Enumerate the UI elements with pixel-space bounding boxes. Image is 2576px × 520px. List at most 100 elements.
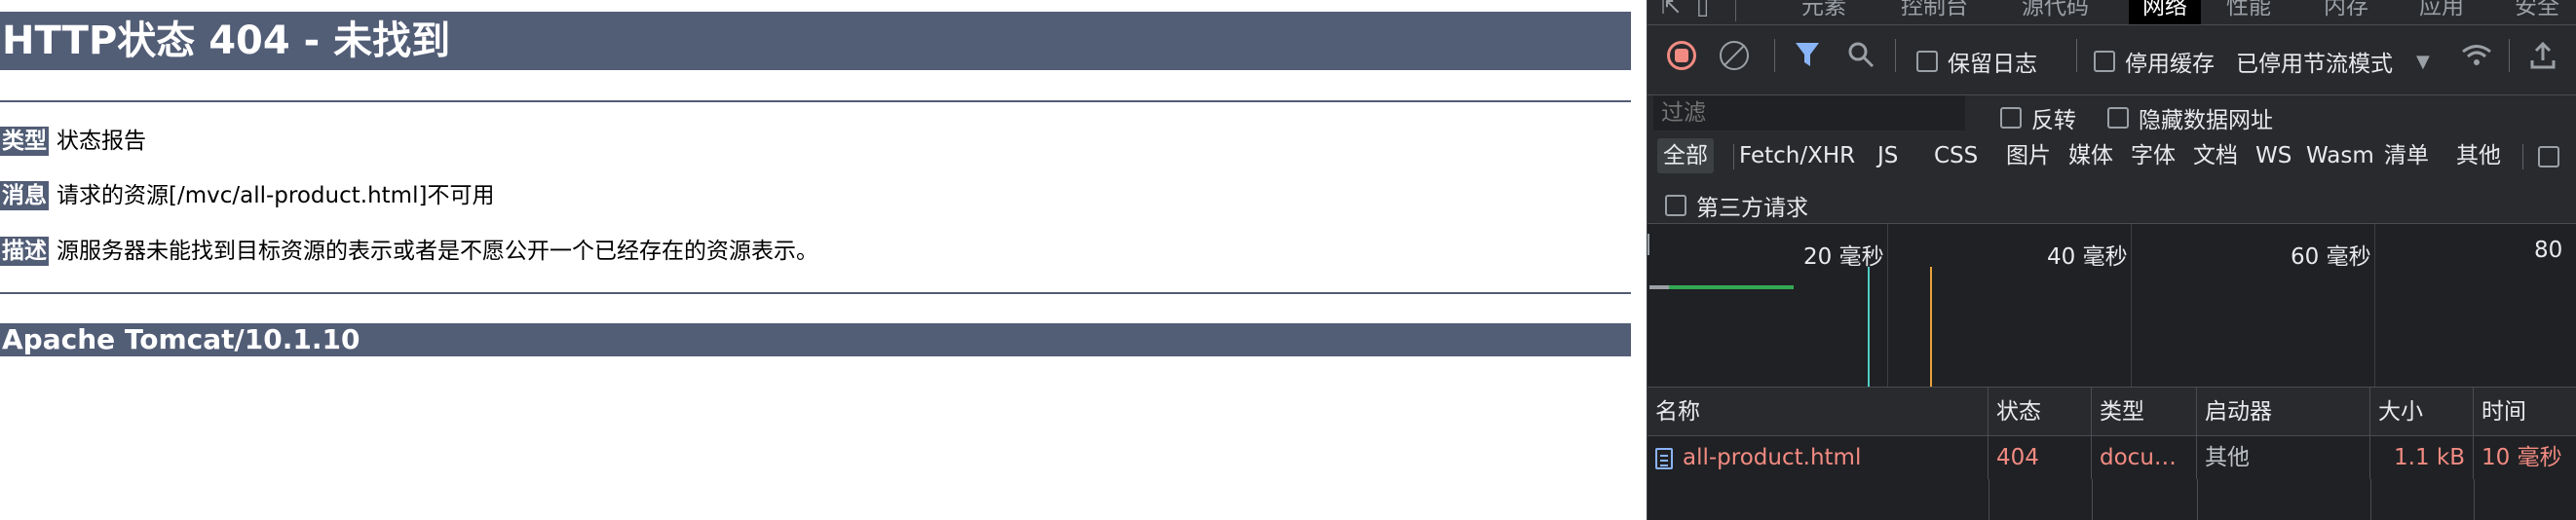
tab-security[interactable]: 安全 bbox=[2515, 0, 2559, 24]
type-filter-doc[interactable]: 文档 bbox=[2193, 138, 2238, 173]
divider bbox=[2509, 39, 2510, 72]
column-divider bbox=[2197, 479, 2198, 520]
tab-performance[interactable]: 性能 bbox=[2226, 0, 2271, 24]
document-icon bbox=[1655, 447, 1673, 469]
throttling-value: 已停用节流模式 bbox=[2236, 52, 2393, 77]
dom-content-loaded-marker bbox=[1868, 267, 1870, 387]
third-party-checkbox[interactable]: 第三方请求 bbox=[1665, 189, 1808, 222]
grid-line bbox=[2131, 224, 2132, 387]
type-filter-manifest[interactable]: 清单 bbox=[2384, 138, 2429, 173]
devtools-tab-bar: ⇱ ▯ 元素 控制台 源代码 网络 性能 内存 应用 安全 bbox=[1648, 0, 2576, 25]
type-filter-js[interactable]: JS bbox=[1877, 138, 1898, 173]
invert-label: 反转 bbox=[2031, 108, 2076, 133]
preserve-log-checkbox[interactable]: 保留日志 bbox=[1916, 45, 2037, 78]
column-header-name[interactable]: 名称 bbox=[1648, 388, 1989, 436]
inspect-element-icon[interactable]: ⇱ bbox=[1661, 0, 1681, 19]
column-divider bbox=[2092, 479, 2093, 520]
tab-application[interactable]: 应用 bbox=[2419, 0, 2464, 24]
request-type: docu… bbox=[2092, 436, 2197, 479]
network-conditions-button[interactable] bbox=[2460, 41, 2493, 70]
type-filter-ws[interactable]: WS bbox=[2255, 138, 2292, 173]
clear-button[interactable] bbox=[1720, 41, 1749, 70]
tab-elements[interactable]: 元素 bbox=[1801, 0, 1846, 24]
blocked-requests-checkbox[interactable] bbox=[2538, 146, 2559, 167]
type-filter-other[interactable]: 其他 bbox=[2456, 138, 2501, 173]
throttling-select[interactable]: 已停用节流模式 ▼ bbox=[2236, 45, 2430, 78]
checkbox-box bbox=[2000, 107, 2022, 129]
network-request-table: 名称 状态 类型 启动器 大小 时间 all-product.html 404 … bbox=[1648, 388, 2576, 520]
filter-toggle-button[interactable] bbox=[1794, 39, 1821, 70]
checkbox-box bbox=[1665, 195, 1686, 216]
record-button[interactable] bbox=[1667, 41, 1696, 70]
devtools-panel: ⇱ ▯ 元素 控制台 源代码 网络 性能 内存 应用 安全 保留日志 停用缓存 … bbox=[1647, 0, 2576, 520]
request-bar-waiting bbox=[1649, 285, 1669, 289]
divider bbox=[1733, 144, 1734, 169]
grid-line bbox=[1887, 224, 1888, 387]
column-header-initiator[interactable]: 启动器 bbox=[2197, 388, 2370, 436]
filter-icon bbox=[1796, 43, 1819, 66]
tab-sources[interactable]: 源代码 bbox=[2022, 0, 2089, 24]
network-overview[interactable]: 20 毫秒 40 毫秒 60 毫秒 80 bbox=[1648, 224, 2576, 388]
row-value: 状态报告 bbox=[57, 129, 146, 154]
info-row-description: 描述 源服务器未能找到目标资源的表示或者是不愿公开一个已经存在的资源表示。 bbox=[0, 237, 818, 266]
load-event-marker bbox=[1930, 267, 1932, 387]
upload-icon bbox=[2530, 41, 2556, 69]
request-name: all-product.html bbox=[1683, 445, 1862, 470]
tomcat-error-page: HTTP状态 404 - 未找到 类型 状态报告 消息 请求的资源[/mvc/a… bbox=[0, 0, 1647, 520]
wifi-settings-icon bbox=[2462, 45, 2491, 65]
divider bbox=[1735, 0, 1736, 21]
request-time: 10 毫秒 bbox=[2481, 445, 2562, 470]
hide-data-urls-checkbox[interactable]: 隐藏数据网址 bbox=[2107, 101, 2273, 134]
page-title: HTTP状态 404 - 未找到 bbox=[0, 12, 1631, 70]
column-header-status[interactable]: 状态 bbox=[1989, 388, 2092, 436]
tab-console[interactable]: 控制台 bbox=[1901, 0, 1968, 24]
network-filter-bar: 反转 隐藏数据网址 全部 Fetch/XHR JS CSS 图片 媒体 字体 文… bbox=[1648, 95, 2576, 224]
type-filter-fetch-xhr[interactable]: Fetch/XHR bbox=[1739, 138, 1855, 173]
preserve-log-label: 保留日志 bbox=[1948, 52, 2037, 77]
type-filter-font[interactable]: 字体 bbox=[2131, 138, 2176, 173]
grid-line bbox=[2374, 224, 2375, 387]
import-har-button[interactable] bbox=[2528, 41, 2557, 70]
server-info: Apache Tomcat/10.1.10 bbox=[0, 323, 1631, 356]
type-filter-all[interactable]: 全部 bbox=[1657, 138, 1714, 173]
row-value: 请求的资源[/mvc/all-product.html]不可用 bbox=[57, 183, 495, 208]
divider bbox=[2522, 144, 2523, 169]
timeline-tick-label: 80 bbox=[2534, 238, 2563, 263]
checkbox-box bbox=[2107, 107, 2129, 129]
divider bbox=[1895, 39, 1896, 72]
request-name-cell: all-product.html bbox=[1648, 436, 1989, 479]
tab-memory[interactable]: 内存 bbox=[2324, 0, 2368, 24]
table-header: 名称 状态 类型 启动器 大小 时间 bbox=[1648, 388, 2576, 436]
info-row-type: 类型 状态报告 bbox=[0, 127, 146, 156]
search-button[interactable] bbox=[1846, 39, 1875, 70]
search-icon bbox=[1848, 42, 1875, 68]
invert-checkbox[interactable]: 反转 bbox=[2000, 101, 2076, 134]
column-header-size[interactable]: 大小 bbox=[2370, 388, 2474, 436]
column-header-time[interactable]: 时间 bbox=[2474, 388, 2576, 436]
request-bar bbox=[1669, 285, 1794, 289]
record-stop-icon bbox=[1667, 41, 1696, 70]
row-label: 类型 bbox=[0, 127, 49, 156]
third-party-label: 第三方请求 bbox=[1696, 196, 1808, 221]
tab-network[interactable]: 网络 bbox=[2129, 0, 2201, 24]
info-row-message: 消息 请求的资源[/mvc/all-product.html]不可用 bbox=[0, 181, 494, 210]
filter-input[interactable] bbox=[1653, 95, 1965, 130]
device-toolbar-icon[interactable]: ▯ bbox=[1696, 0, 1709, 19]
column-header-type[interactable]: 类型 bbox=[2092, 388, 2197, 436]
type-filter-wasm[interactable]: Wasm bbox=[2306, 138, 2374, 173]
type-filter-css[interactable]: CSS bbox=[1934, 138, 1978, 173]
request-size: 1.1 kB bbox=[2370, 436, 2474, 479]
timeline-tick-label: 20 毫秒 bbox=[1803, 244, 1884, 270]
divider bbox=[0, 292, 1631, 294]
request-status: 404 bbox=[1989, 436, 2092, 479]
chevron-down-icon: ▼ bbox=[2416, 51, 2430, 72]
network-toolbar: 保留日志 停用缓存 已停用节流模式 ▼ bbox=[1648, 25, 2576, 95]
checkbox-box bbox=[1916, 51, 1938, 72]
request-initiator: 其他 bbox=[2197, 436, 2370, 479]
disable-cache-checkbox[interactable]: 停用缓存 bbox=[2094, 45, 2215, 78]
timeline-start-handle[interactable] bbox=[1648, 234, 1649, 255]
type-filter-media[interactable]: 媒体 bbox=[2068, 138, 2113, 173]
table-row[interactable]: all-product.html 404 docu… 其他 1.1 kB 10 … bbox=[1648, 436, 2576, 479]
timeline-tick-label: 40 毫秒 bbox=[2047, 244, 2128, 270]
type-filter-img[interactable]: 图片 bbox=[2006, 138, 2051, 173]
